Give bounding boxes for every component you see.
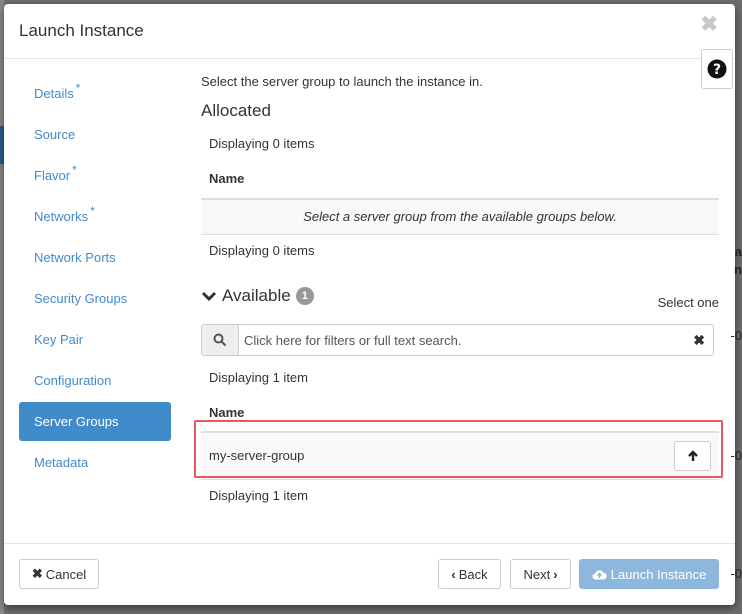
cloud-upload-icon [592,569,607,579]
next-button[interactable]: Next › [510,559,571,589]
modal-title: Launch Instance [19,21,144,40]
nav-item-label: Metadata [34,455,89,470]
nav-item-security-groups[interactable]: Security Groups [19,279,171,318]
background-text-fragment: -0 [730,448,742,463]
allocated-title: Allocated [201,101,271,120]
back-button[interactable]: ‹ Back [438,559,501,589]
nav-item-network-ports[interactable]: Network Ports [19,238,171,277]
step-description: Select the server group to launch the in… [201,74,483,89]
wizard-nav: Details * Source Flavor * Networks * Networ… [19,74,171,484]
background-text-fragment: -0 [730,566,742,581]
nav-item-source[interactable]: Source [19,115,171,154]
background-text-fragment: n [734,262,742,277]
modal-footer: ✖ Cancel ‹ Back Next › Launch Instance [4,543,735,605]
cancel-label: Cancel [45,566,87,582]
required-asterisk: * [90,204,95,218]
close-icon[interactable]: ✖ [700,14,718,35]
nav-item-label: Server Groups [34,414,119,429]
nav-item-metadata[interactable]: Metadata [19,443,171,482]
nav-item-label: Flavor [34,168,71,183]
available-title: Available [222,286,291,305]
allocated-column-name[interactable]: Name [209,171,244,186]
close-icon: ✖ [31,566,43,581]
search-bar: ✖ [201,324,714,356]
clear-search-icon[interactable]: ✖ [693,332,705,349]
next-label: Next [523,566,551,582]
allocated-count-bottom: Displaying 0 items [209,243,315,258]
cancel-button[interactable]: ✖ Cancel [19,559,99,589]
modal-header: Launch Instance ✖ [4,4,735,59]
allocated-empty-row: Select a server group from the available… [201,198,719,235]
nav-item-configuration[interactable]: Configuration [19,361,171,400]
chevron-left-icon: ‹ [451,566,456,582]
available-column-name[interactable]: Name [209,405,244,420]
nav-item-networks[interactable]: Networks * [19,197,171,236]
nav-item-flavor[interactable]: Flavor * [19,156,171,195]
server-group-name: my-server-group [209,448,305,463]
nav-item-key-pair[interactable]: Key Pair [19,320,171,359]
nav-item-label: Configuration [34,373,112,388]
question-circle-icon: ? [707,59,727,79]
available-count-badge: 1 [295,287,314,305]
table-row: my-server-group [201,431,719,480]
nav-item-label: Key Pair [34,332,84,347]
search-addon [202,325,239,355]
background-text-fragment: a [734,244,742,259]
nav-item-label: Networks [34,209,89,224]
nav-item-label: Network Ports [34,250,116,265]
launch-label: Launch Instance [610,566,707,582]
launch-instance-button[interactable]: Launch Instance [579,559,719,589]
chevron-right-icon: › [553,566,558,582]
arrow-up-icon [687,450,698,461]
available-count-bottom: Displaying 1 item [209,488,308,503]
launch-instance-modal: Launch Instance ✖ ? Details * Source Flav… [4,4,735,605]
svg-text:?: ? [713,62,721,78]
nav-item-label: Details [34,86,74,101]
help-button[interactable]: ? [701,49,733,89]
search-icon [213,333,227,347]
required-asterisk: * [75,81,81,95]
select-one-hint: Select one [657,295,719,310]
search-input[interactable] [239,325,689,355]
back-label: Back [458,566,488,582]
nav-item-server-groups[interactable]: Server Groups [19,402,171,441]
available-toggle[interactable]: Available 1 [201,286,314,306]
allocate-button[interactable] [674,441,711,471]
background-text-fragment: -0 [730,328,742,343]
nav-item-label: Source [34,127,76,142]
allocated-count-top: Displaying 0 items [209,136,315,151]
available-count-top: Displaying 1 item [209,370,308,385]
chevron-down-icon [201,291,217,302]
nav-item-details[interactable]: Details * [19,74,171,113]
nav-item-label: Security Groups [34,291,128,306]
required-asterisk: * [72,163,77,177]
